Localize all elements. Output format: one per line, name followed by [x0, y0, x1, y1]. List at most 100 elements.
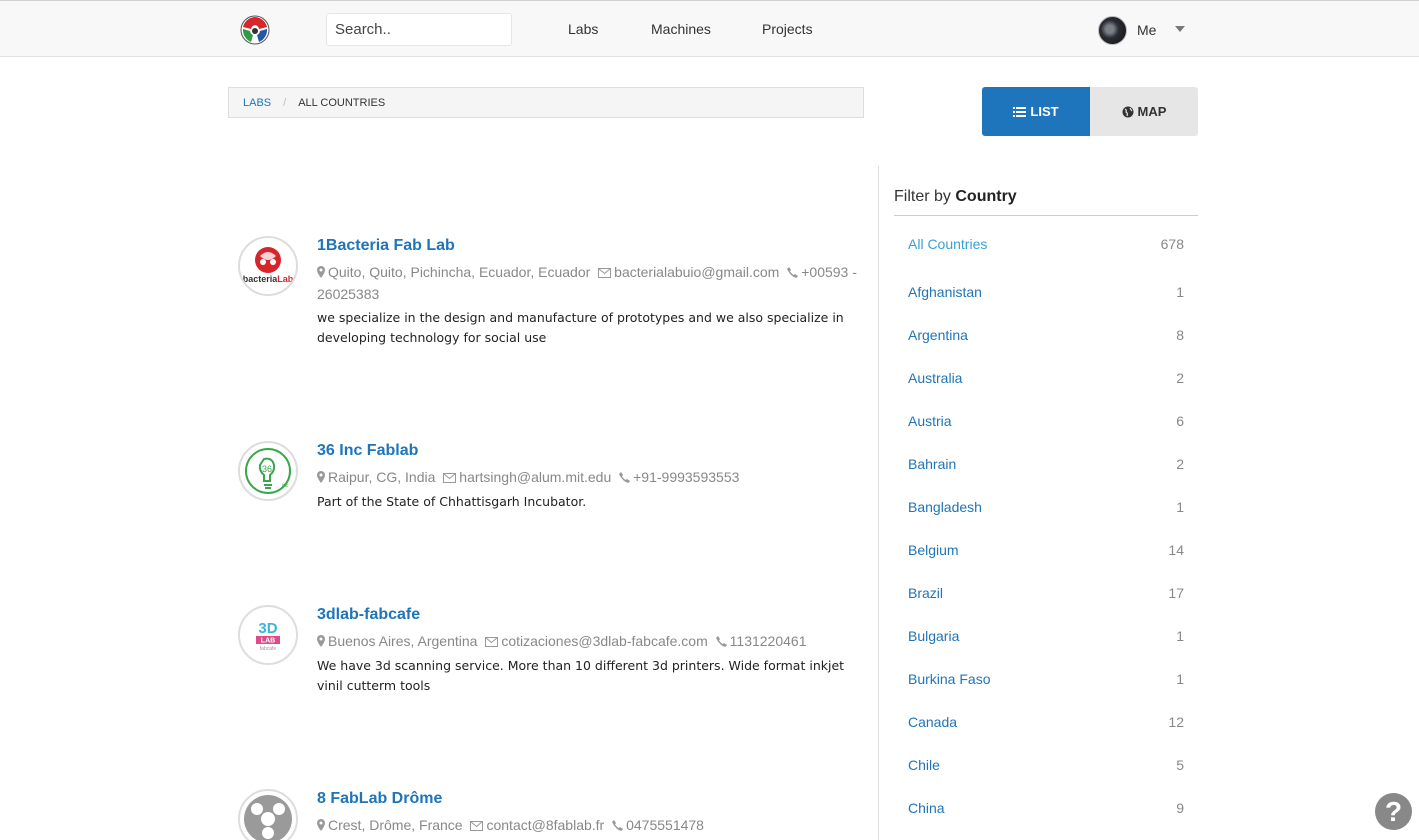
- country-name[interactable]: Brazil: [908, 585, 943, 605]
- list-icon: [1013, 106, 1027, 118]
- breadcrumb: LABS / ALL COUNTRIES: [228, 87, 864, 118]
- svg-text:3D: 3D: [258, 620, 277, 637]
- country-count: 1: [1176, 499, 1184, 515]
- lab-phone: +91-9993593553: [633, 469, 740, 485]
- country-filter-item[interactable]: Bulgaria 1: [908, 628, 1184, 648]
- svg-text:LAB: LAB: [261, 638, 275, 645]
- lab-body: 8 FabLab Drôme Crest, Drôme, France cont…: [317, 789, 857, 837]
- country-count: 14: [1168, 542, 1184, 558]
- country-name[interactable]: Afghanistan: [908, 284, 982, 304]
- envelope-icon: [470, 816, 484, 837]
- country-name[interactable]: Austria: [908, 413, 952, 433]
- globe-icon: [1122, 106, 1134, 118]
- svg-text:fabcafe: fabcafe: [260, 646, 277, 652]
- lab-email[interactable]: bacterialabuio@gmail.com: [614, 264, 779, 280]
- country-filter-item[interactable]: Belgium 14: [908, 542, 1184, 562]
- country-filter-item[interactable]: Bangladesh 1: [908, 499, 1184, 519]
- country-filter-item[interactable]: Argentina 8: [908, 327, 1184, 347]
- filter-title: Filter by Country: [894, 188, 1198, 216]
- country-name[interactable]: Bulgaria: [908, 628, 959, 648]
- country-filter-item[interactable]: Canada 12: [908, 714, 1184, 734]
- view-toggle: LIST MAP: [982, 87, 1198, 136]
- map-marker-icon: [317, 263, 325, 284]
- svg-text:inc: inc: [282, 483, 289, 489]
- country-count: 1: [1176, 284, 1184, 300]
- country-filter-item[interactable]: Chile 5: [908, 757, 1184, 777]
- lab-meta: Crest, Drôme, France contact@8fablab.fr …: [317, 815, 857, 837]
- lab-body: 1Bacteria Fab Lab Quito, Quito, Pichinch…: [317, 236, 857, 348]
- svg-text:bacteriaLab: bacteriaLab: [243, 274, 294, 284]
- lab-name-link[interactable]: 36 Inc Fablab: [317, 441, 857, 461]
- phone-icon: [715, 632, 727, 653]
- envelope-icon: [598, 263, 612, 284]
- top-navbar: Labs Machines Projects Me: [0, 0, 1419, 57]
- country-name[interactable]: Australia: [908, 370, 962, 390]
- country-count: 12: [1168, 714, 1184, 730]
- country-name[interactable]: All Countries: [908, 236, 987, 256]
- country-name[interactable]: Canada: [908, 714, 957, 734]
- lab-email[interactable]: cotizaciones@3dlab-fabcafe.com: [501, 633, 707, 649]
- phone-icon: [612, 816, 624, 837]
- lab-description: We have 3d scanning service. More than 1…: [317, 658, 845, 693]
- country-name[interactable]: Bangladesh: [908, 499, 982, 519]
- map-marker-icon: [317, 632, 325, 653]
- country-name[interactable]: Bahrain: [908, 456, 956, 476]
- country-name[interactable]: Belgium: [908, 542, 959, 562]
- country-filter-all[interactable]: All Countries 678: [908, 236, 1184, 256]
- map-view-label: MAP: [1137, 104, 1167, 119]
- bacterialab-logo-icon[interactable]: bacteriaLab: [238, 236, 298, 296]
- lab-email[interactable]: hartsingh@alum.mit.edu: [459, 469, 611, 485]
- lab-name-link[interactable]: 1Bacteria Fab Lab: [317, 236, 857, 256]
- search-input[interactable]: [326, 13, 512, 46]
- envelope-icon: [485, 632, 499, 653]
- country-filter-item[interactable]: Afghanistan 1: [908, 284, 1184, 304]
- country-filter-item[interactable]: Bahrain 2: [908, 456, 1184, 476]
- country-count: 2: [1176, 370, 1184, 386]
- map-marker-icon: [317, 816, 325, 837]
- 3dlab-logo-icon[interactable]: 3D LAB fabcafe: [238, 605, 298, 665]
- country-filter-item[interactable]: Australia 2: [908, 370, 1184, 390]
- country-name[interactable]: Burkina Faso: [908, 671, 990, 691]
- user-name[interactable]: Me: [1137, 22, 1156, 38]
- user-menu[interactable]: Me: [1098, 15, 1156, 45]
- nav-link-labs[interactable]: Labs: [568, 21, 598, 37]
- avatar[interactable]: [1098, 15, 1127, 45]
- nav-link-machines[interactable]: Machines: [651, 21, 711, 37]
- help-button[interactable]: ?: [1375, 793, 1412, 830]
- nav-link-projects[interactable]: Projects: [762, 21, 813, 37]
- lab-location: Raipur, CG, India: [328, 469, 436, 485]
- lab-location: Quito, Quito, Pichincha, Ecuador, Ecuado…: [328, 264, 591, 280]
- country-name[interactable]: Chile: [908, 757, 940, 777]
- map-view-button[interactable]: MAP: [1090, 87, 1198, 136]
- country-filter-item[interactable]: Brazil 17: [908, 585, 1184, 605]
- filter-title-strong: Country: [955, 188, 1017, 205]
- list-view-button[interactable]: LIST: [982, 87, 1090, 136]
- country-filter-item[interactable]: Austria 6: [908, 413, 1184, 433]
- breadcrumb-current: ALL COUNTRIES: [298, 96, 386, 109]
- lab-phone: 1131220461: [729, 633, 807, 649]
- country-name[interactable]: Argentina: [908, 327, 968, 347]
- lab-name-link[interactable]: 8 FabLab Drôme: [317, 789, 857, 809]
- lab-email[interactable]: contact@8fablab.fr: [486, 817, 604, 833]
- column-divider: [878, 166, 879, 840]
- lab-body: 36 Inc Fablab Raipur, CG, India hartsing…: [317, 441, 857, 512]
- chevron-down-icon[interactable]: [1175, 26, 1185, 32]
- country-count: 5: [1176, 757, 1184, 773]
- country-count: 8: [1176, 327, 1184, 343]
- 36inc-logo-icon[interactable]: 36 inc: [238, 441, 298, 501]
- phone-icon: [787, 263, 799, 284]
- filter-title-prefix: Filter by: [894, 188, 951, 205]
- country-filter-item[interactable]: Burkina Faso 1: [908, 671, 1184, 691]
- fablab-logo-icon[interactable]: [239, 14, 271, 46]
- lab-meta: Raipur, CG, India hartsingh@alum.mit.edu…: [317, 467, 857, 489]
- lab-name-link[interactable]: 3dlab-fabcafe: [317, 605, 857, 625]
- lab-location: Buenos Aires, Argentina: [328, 633, 478, 649]
- breadcrumb-labs-link[interactable]: LABS: [243, 97, 271, 109]
- country-filter-item[interactable]: China 9: [908, 800, 1184, 820]
- country-name[interactable]: China: [908, 800, 945, 820]
- fablab-default-logo-icon[interactable]: [238, 789, 298, 840]
- svg-text:36: 36: [262, 464, 272, 474]
- question-icon: ?: [1384, 795, 1403, 827]
- phone-icon: [619, 468, 631, 489]
- country-count: 6: [1176, 413, 1184, 429]
